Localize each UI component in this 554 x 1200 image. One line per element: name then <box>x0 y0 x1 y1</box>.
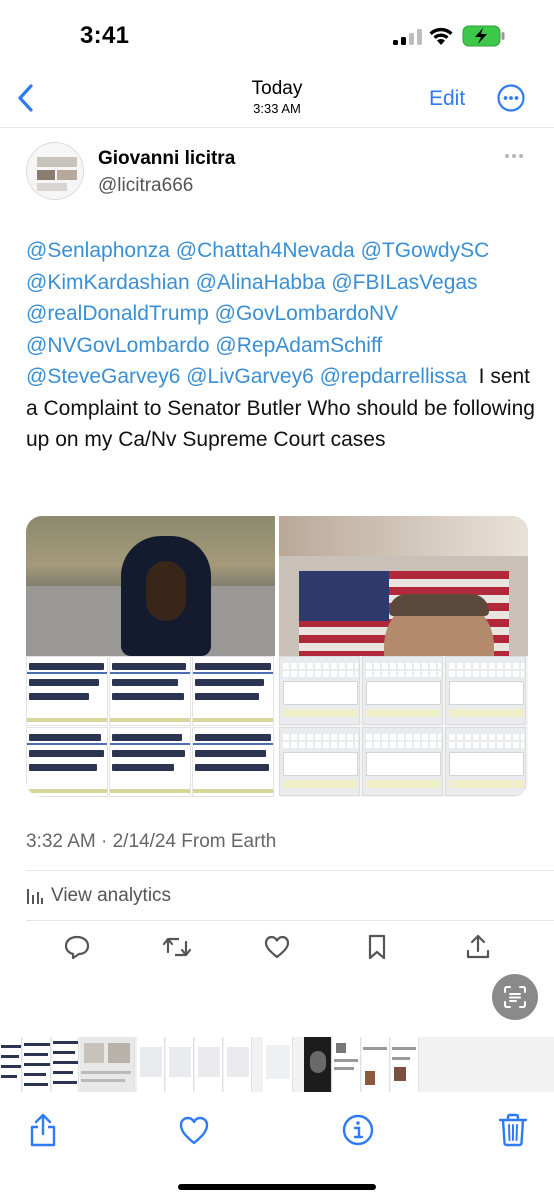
photo-thumbnail-strip <box>0 1037 554 1092</box>
thumbnail[interactable] <box>362 1037 390 1092</box>
share-icon[interactable] <box>463 932 493 962</box>
thumbnail[interactable] <box>304 1037 332 1092</box>
mention-link[interactable]: @realDonaldTrump <box>26 302 209 325</box>
delete-icon[interactable] <box>496 1112 530 1148</box>
thumbnail[interactable] <box>137 1037 165 1092</box>
mention-link[interactable]: @SteveGarvey6 <box>26 365 180 388</box>
home-indicator <box>178 1184 376 1190</box>
thumbnail[interactable] <box>195 1037 223 1092</box>
status-bar: 3:41 <box>0 0 554 70</box>
status-time: 3:41 <box>80 22 130 49</box>
tweet-actions <box>0 932 554 962</box>
mention-link[interactable]: @KimKardashian <box>26 271 190 294</box>
divider <box>26 920 554 921</box>
tweet-media-grid <box>26 516 528 797</box>
analytics-icon <box>27 889 43 904</box>
photo <box>279 516 528 666</box>
mention-link[interactable]: @TGowdySC <box>361 239 490 262</box>
mention-link[interactable]: @FBILasVegas <box>331 271 477 294</box>
thumbnail[interactable] <box>0 1037 22 1092</box>
thumbnail-selected[interactable] <box>80 1037 135 1092</box>
mention-link[interactable]: @Chattah4Nevada <box>176 239 355 262</box>
favorite-icon[interactable] <box>177 1112 211 1148</box>
mention-link[interactable]: @NVGovLombardo <box>26 334 210 357</box>
view-analytics-link[interactable]: View analytics <box>26 885 171 907</box>
thumbnail[interactable] <box>333 1037 361 1092</box>
bookmark-icon[interactable] <box>362 932 392 962</box>
divider <box>26 870 554 871</box>
nav-title: Today <box>251 78 303 99</box>
thumbnail[interactable] <box>263 1037 293 1092</box>
photo-nav-bar: Today 3:33 AM Edit <box>0 70 554 126</box>
wifi-icon <box>429 27 453 45</box>
thumbnail[interactable] <box>224 1037 252 1092</box>
share-icon[interactable] <box>26 1112 60 1148</box>
mention-link[interactable]: @RepAdamSchiff <box>215 334 382 357</box>
tweet-text: @Senlaphonza @Chattah4Nevada @TGowdySC @… <box>26 235 536 456</box>
retweet-icon[interactable] <box>162 932 192 962</box>
live-text-icon <box>504 986 526 1008</box>
analytics-label: View analytics <box>51 885 172 906</box>
divider <box>0 127 554 128</box>
mention-link[interactable]: @AlinaHabba <box>196 271 326 294</box>
tweet-more-icon[interactable] <box>505 154 523 158</box>
like-icon[interactable] <box>262 932 292 962</box>
reply-icon[interactable] <box>62 932 92 962</box>
tweet-timestamp: 3:32 AM · 2/14/24 From Earth <box>26 831 277 852</box>
cellular-signal-icon <box>393 29 422 45</box>
nav-subtitle: 3:33 AM <box>253 101 301 116</box>
battery-charging-icon <box>462 25 505 47</box>
media-image-right[interactable] <box>279 516 528 797</box>
edit-button[interactable]: Edit <box>429 87 465 111</box>
user-handle: @licitra666 <box>98 175 194 196</box>
media-image-left[interactable] <box>26 516 275 797</box>
avatar[interactable] <box>26 142 84 200</box>
thumbnail[interactable] <box>52 1037 79 1092</box>
mention-link[interactable]: @repdarrellissa <box>320 365 467 388</box>
ellipsis-circle-icon[interactable] <box>497 84 525 112</box>
mention-link[interactable]: @LivGarvey6 <box>186 365 314 388</box>
mention-link[interactable]: @GovLombardoNV <box>215 302 399 325</box>
thumbnail[interactable] <box>391 1037 419 1092</box>
bottom-toolbar <box>0 1100 554 1160</box>
thumbnail[interactable] <box>23 1037 51 1092</box>
thumbnail[interactable] <box>166 1037 194 1092</box>
info-icon[interactable] <box>341 1112 375 1148</box>
text-screenshot-collage <box>26 656 275 797</box>
live-text-button[interactable] <box>492 974 538 1020</box>
keyboard-screenshot-collage <box>279 656 528 797</box>
mention-link[interactable]: @Senlaphonza <box>26 239 170 262</box>
display-name: Giovanni licitra <box>98 148 236 169</box>
photo <box>26 516 275 656</box>
